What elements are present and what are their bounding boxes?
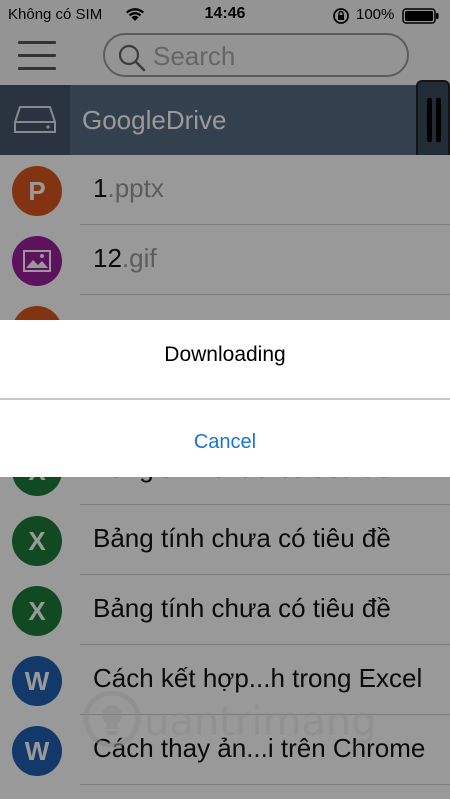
cancel-button[interactable]: Cancel bbox=[0, 400, 450, 477]
alert-title: Downloading bbox=[164, 343, 286, 366]
download-alert: Downloading Cancel bbox=[0, 320, 450, 477]
